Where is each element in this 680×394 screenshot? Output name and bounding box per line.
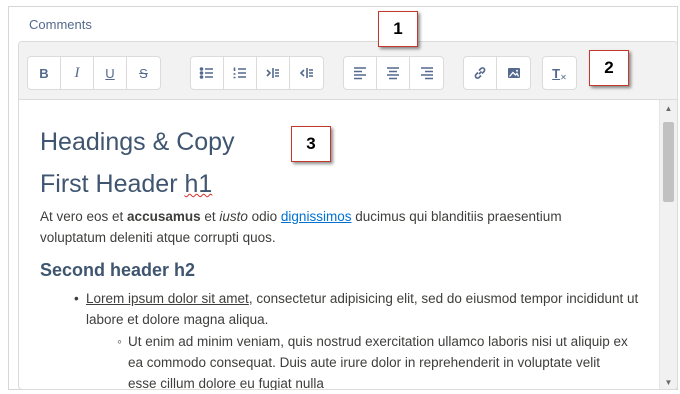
list-item: ◦ Ut enim ad minim veniam, quis nostrud e… [117, 331, 628, 394]
italic-icon: I [74, 64, 80, 81]
p1-text-c: odio [247, 209, 281, 224]
scrollbar-thumb[interactable] [663, 122, 674, 202]
content-h2: Second header h2 [40, 260, 196, 280]
content-h1: First Header h1 [40, 170, 212, 199]
p1-text-b: et [200, 209, 220, 224]
underline-icon: U [105, 65, 115, 81]
underline-button[interactable]: U [94, 57, 127, 89]
editor-toolbar: B I U S T ✕ [19, 42, 677, 100]
align-right-icon [420, 67, 433, 80]
circle-bullet-icon: ◦ [117, 334, 122, 349]
callout-3: 3 [291, 126, 331, 162]
outdent-icon [299, 68, 313, 78]
p1-bold: accusamus [127, 209, 201, 224]
p1-italic: iusto [219, 209, 248, 224]
editor-scrollbar[interactable]: ▲ ▼ [659, 100, 677, 389]
align-left-button[interactable] [344, 57, 377, 89]
h1-suffix: h1 [184, 170, 213, 198]
clear-formatting-x-icon: ✕ [560, 72, 567, 82]
strikethrough-button[interactable]: S [127, 57, 160, 89]
bullet-icon: • [74, 291, 79, 306]
bold-button[interactable]: B [28, 57, 61, 89]
toolbar-group-insert [463, 56, 531, 90]
comments-label: Comments [29, 17, 92, 32]
toolbar-group-lists [190, 56, 324, 90]
italic-button[interactable]: I [61, 57, 94, 89]
callout-2: 2 [589, 50, 629, 86]
indent-icon [266, 68, 279, 78]
clear-formatting-button[interactable]: T ✕ [543, 57, 576, 89]
callout-1: 1 [378, 11, 418, 47]
toolbar-group-align [343, 56, 444, 90]
align-left-icon [354, 67, 366, 80]
align-center-icon [387, 67, 399, 80]
outdent-button[interactable] [290, 57, 323, 89]
toolbar-group-clear: T ✕ [542, 56, 577, 90]
numbered-list-button[interactable] [224, 57, 257, 89]
clear-formatting-icon: T [552, 65, 561, 81]
content-paragraph: At vero eos et accusamus et iusto odio d… [40, 206, 630, 248]
insert-link-button[interactable] [464, 57, 497, 89]
link-icon [474, 67, 486, 79]
numbered-list-icon [233, 67, 246, 79]
indent-button[interactable] [257, 57, 290, 89]
toolbar-group-format: B I U S [27, 56, 161, 90]
list-item: • Lorem ipsum dolor sit amet, consectetur… [74, 288, 646, 330]
li1-link[interactable]: Lorem ipsum dolor sit amet [86, 291, 249, 306]
scroll-down-icon[interactable]: ▼ [660, 374, 677, 389]
content-heading: Headings & Copy [40, 128, 235, 156]
bulleted-list-button[interactable] [191, 57, 224, 89]
h1-text: First Header [40, 170, 185, 198]
insert-image-button[interactable] [497, 57, 530, 89]
align-center-button[interactable] [377, 57, 410, 89]
p1-text-a: At vero eos et [40, 209, 128, 224]
bulleted-list-icon [199, 67, 213, 79]
li2-text: Ut enim ad minim veniam, quis nostrud ex… [128, 334, 628, 391]
p1-link[interactable]: dignissimos [281, 209, 352, 224]
bold-icon: B [39, 65, 49, 81]
strikethrough-icon: S [139, 65, 148, 81]
align-right-button[interactable] [410, 57, 443, 89]
image-icon [507, 68, 520, 78]
scroll-up-icon[interactable]: ▲ [660, 100, 677, 117]
